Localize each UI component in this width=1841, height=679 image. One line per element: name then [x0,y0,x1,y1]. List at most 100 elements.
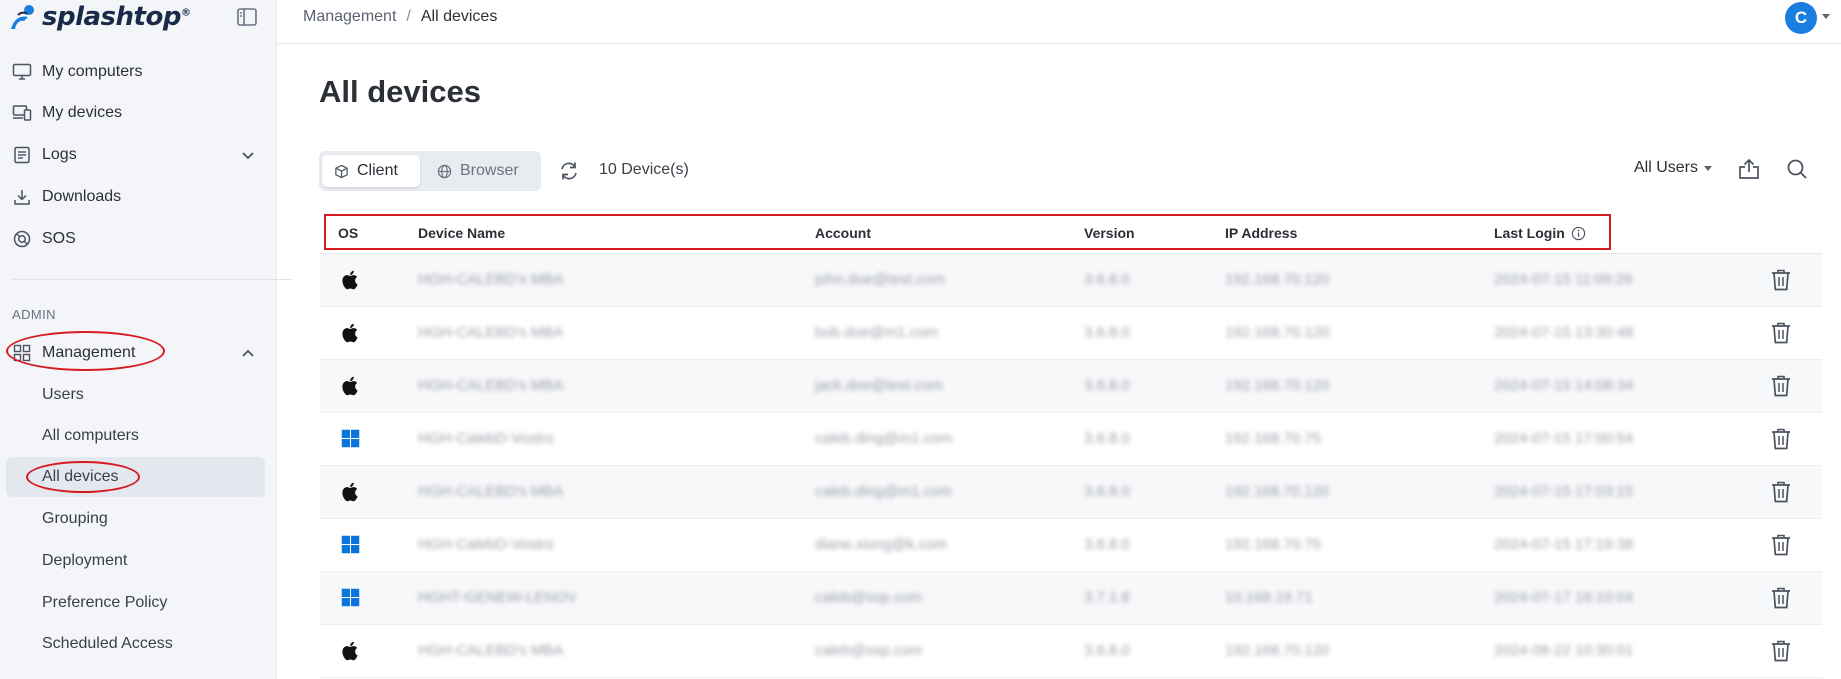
sidebar-item-label: Logs [42,146,77,163]
cell-account: diane.xiong@k.com [815,536,947,553]
cell-device-name: HGHT-GENEW-LENOV [418,589,577,606]
table-row[interactable]: HGH-CALEBD's MBA bob.doe@m1.com 3.6.8.0 192… [320,307,1822,360]
breadcrumb-parent[interactable]: Management [303,8,396,26]
download-icon [12,187,32,207]
sidebar-subitem-grouping[interactable]: Grouping [42,507,108,531]
breadcrumb: Management / All devices [303,8,497,26]
chevron-down-icon[interactable] [240,148,256,164]
splashtop-logo-icon [11,5,34,29]
windows-icon [340,428,362,450]
devices-icon [12,103,32,123]
apple-icon [340,481,362,503]
cell-version: 3.6.8.0 [1084,430,1130,447]
cell-version: 3.6.8.0 [1084,536,1130,553]
cell-device-name: HGH-CalebD-Vostro [418,536,554,553]
cell-ip-address: 10.168.19.71 [1225,589,1313,606]
apple-icon [340,269,362,291]
sidebar-item-label: SOS [42,230,76,247]
tab-browser-label: Browser [460,162,519,179]
sidebar-item-downloads[interactable]: Downloads [12,184,121,210]
table-row[interactable]: HGH-CalebD-Vostro diane.xiong@k.com 3.6.8.… [320,519,1822,572]
sidebar-item-my-computers[interactable]: My computers [12,59,142,85]
cell-account: jack.doe@test.com [815,377,943,394]
annotation-ellipse-management [6,331,165,371]
table-row[interactable]: HGHT-GENEW-LENOV caleb@ssp.com 3.7.1.8 10.1… [320,572,1822,625]
cell-device-name: HGH-CALEBD's MBA [418,377,564,394]
tab-client-label: Client [357,162,398,179]
table-body: HGH-CALEBD's MBA john.doe@test.com 3.6.8.0… [320,254,1822,678]
apple-icon [340,640,362,662]
breadcrumb-current: All devices [420,8,498,25]
cell-device-name: HGH-CALEBD's MBA [418,271,564,288]
trash-icon[interactable] [1770,639,1792,663]
table-row[interactable]: HGH-CALEBD's MBA caleb.ding@m1.com 3.6.8.0… [320,466,1822,519]
cell-last-login: 2024-07-15 11:09:29 [1494,271,1633,288]
trash-icon[interactable] [1770,321,1792,345]
cell-ip-address: 192.168.70.120 [1225,271,1330,288]
brand-logo[interactable]: splashtop® [8,2,191,32]
cube-icon [335,164,348,178]
sidebar: splashtop® My computers My devices Logs … [0,0,292,679]
tab-browser[interactable]: Browser [425,155,533,187]
breadcrumb-separator: / [406,8,411,25]
table-row[interactable]: HGH-CALEBD's MBA caleb@ssp.com 3.6.8.0 192.… [320,625,1822,678]
trash-icon[interactable] [1770,374,1792,398]
table-row[interactable]: HGH-CalebD-Vostro caleb.ding@m1.com 3.6.8.… [320,413,1822,466]
tab-client[interactable]: Client [322,155,420,187]
cell-last-login: 2024-07-15 17:19:38 [1494,536,1634,553]
cell-version: 3.6.8.0 [1084,483,1130,500]
cell-version: 3.6.8.0 [1084,324,1130,341]
globe-icon [437,164,452,178]
sidebar-item-sos[interactable]: SOS [12,226,76,252]
cell-device-name: HGH-CALEBD's MBA [418,483,564,500]
sidebar-subitem-scheduled-access[interactable]: Scheduled Access [42,632,173,656]
brand-name: splashtop® [42,2,191,32]
cell-ip-address: 192.168.70.120 [1225,483,1330,500]
cell-version: 3.7.1.8 [1084,589,1130,606]
cell-ip-address: 192.168.70.120 [1225,324,1330,341]
windows-icon [340,587,362,609]
sidebar-subitem-deployment[interactable]: Deployment [42,549,127,573]
sidebar-item-my-devices[interactable]: My devices [12,100,122,126]
sidebar-item-label: Downloads [42,188,122,205]
refresh-icon[interactable] [558,160,580,182]
avatar[interactable]: C [1785,2,1817,34]
windows-icon [340,534,362,556]
cell-account: john.doe@test.com [815,271,945,288]
cell-last-login: 2024-08-22 10:30:01 [1494,642,1634,659]
sidebar-item-logs[interactable]: Logs [12,142,77,168]
trash-icon[interactable] [1770,586,1792,610]
page-title: All devices [319,74,481,109]
sos-icon [12,229,32,249]
sidebar-subitem-users[interactable]: Users [42,383,84,407]
sidebar-divider [12,279,292,280]
table-row[interactable]: HGH-CALEBD's MBA john.doe@test.com 3.6.8.0… [320,254,1822,307]
chevron-up-icon[interactable] [240,345,256,361]
cell-last-login: 2024-07-15 13:30:48 [1494,324,1634,341]
trash-icon[interactable] [1770,480,1792,504]
table-row[interactable]: HGH-CALEBD's MBA jack.doe@test.com 3.6.8.0… [320,360,1822,413]
sidebar-collapse-icon[interactable] [236,7,258,27]
caret-down-icon [1704,165,1713,171]
cell-version: 3.6.8.0 [1084,271,1130,288]
cell-account: caleb.ding@m1.com [815,430,952,447]
trash-icon[interactable] [1770,268,1792,292]
export-icon[interactable] [1737,157,1761,181]
cell-account: caleb.ding@m1.com [815,483,952,500]
trash-icon[interactable] [1770,533,1792,557]
sidebar-subitem-preference-policy[interactable]: Preference Policy [42,591,167,615]
trash-icon[interactable] [1770,427,1792,451]
caret-down-icon[interactable] [1822,14,1830,19]
top-bar: Management / All devices C [277,0,1841,44]
user-filter-dropdown[interactable]: All Users [1634,159,1713,177]
sidebar-subitem-all-computers[interactable]: All computers [42,424,139,448]
logs-icon [12,145,32,165]
search-icon[interactable] [1786,158,1808,180]
sidebar-item-label: My computers [42,63,143,80]
cell-last-login: 2024-07-17 16:10:04 [1494,589,1634,606]
admin-section-label: ADMIN [12,307,56,322]
cell-ip-address: 192.168.70.75 [1225,430,1321,447]
cell-last-login: 2024-07-15 14:08:34 [1494,377,1634,394]
devices-table: OS Device Name Account Version IP Addres… [320,211,1822,678]
cell-account: bob.doe@m1.com [815,324,938,341]
